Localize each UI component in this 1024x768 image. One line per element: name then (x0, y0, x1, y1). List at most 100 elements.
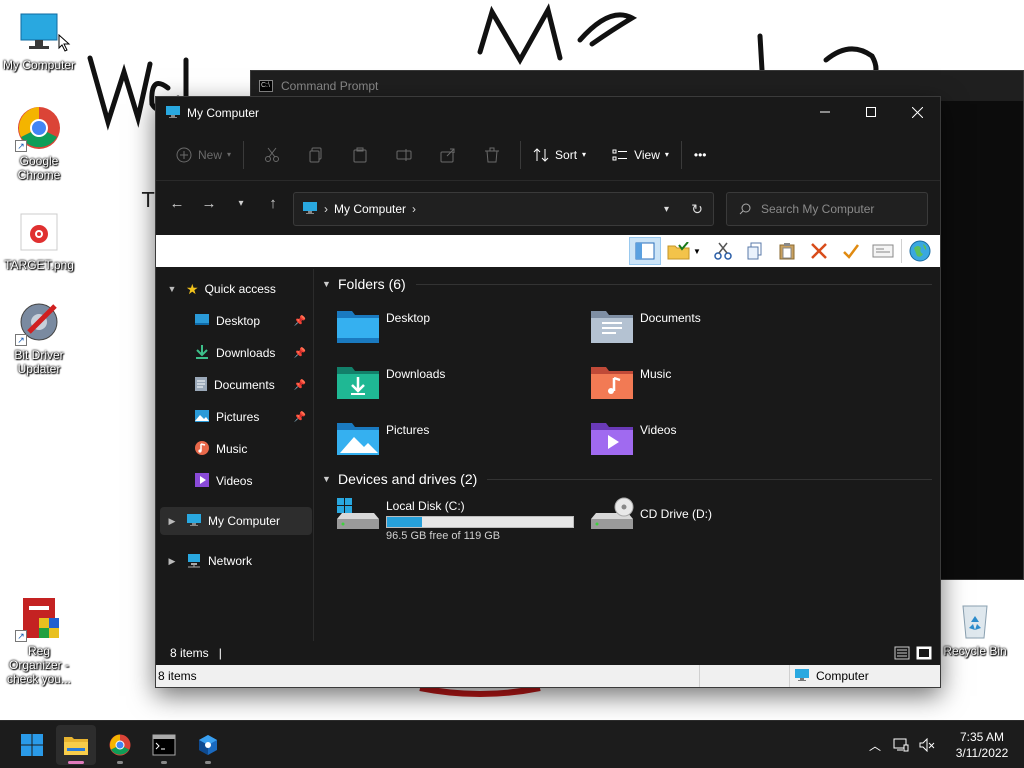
copy-button[interactable] (294, 139, 338, 171)
folder-tile-music[interactable]: Music (590, 363, 840, 407)
share-icon (440, 148, 455, 162)
forward-button[interactable]: → (193, 187, 225, 219)
up-button[interactable]: ↑ (257, 187, 289, 219)
scissors-icon (714, 242, 732, 260)
tiles-view-button[interactable] (914, 644, 934, 662)
nav-item-network[interactable]: ▶ Network (160, 547, 312, 575)
nav-item-music[interactable]: Music (160, 435, 312, 463)
desktop-icon-reg-organizer[interactable]: ↗ Reg Organizer - check you... (0, 594, 78, 686)
chevron-right-icon[interactable]: ▶ (164, 556, 180, 567)
active-indicator (68, 761, 84, 764)
folder-tile-documents[interactable]: Documents (590, 307, 840, 351)
desktop-icon-chrome[interactable]: ↗ Google Chrome (0, 104, 78, 182)
minimize-button[interactable] (802, 97, 848, 127)
gear-icon: ↗ (15, 298, 63, 346)
breadcrumb-location[interactable]: My Computer (334, 202, 406, 216)
delete-button[interactable] (470, 139, 514, 171)
divider (680, 140, 682, 169)
search-input[interactable] (761, 202, 921, 216)
monitor-icon (15, 8, 63, 56)
sort-icon (533, 147, 549, 162)
nav-item-my-computer[interactable]: ▶ My Computer (160, 507, 312, 535)
folder-name: Music (640, 367, 672, 381)
start-button[interactable] (12, 725, 52, 765)
drives-group-header[interactable]: ▼ Devices and drives (2) (322, 468, 932, 490)
clock[interactable]: 7:35 AM 3/11/2022 (940, 729, 1024, 761)
view-button[interactable]: View ▾ (606, 139, 675, 171)
copy-legacy-button[interactable] (739, 237, 771, 265)
nav-item-downloads[interactable]: Downloads 📌 (160, 339, 312, 367)
taskbar-app-cube[interactable] (188, 725, 228, 765)
maximize-button[interactable] (848, 97, 894, 127)
folder-tile-pictures[interactable]: Pictures (336, 419, 586, 463)
paste-legacy-button[interactable] (771, 237, 803, 265)
taskbar: ︿ 7:35 AM 3/11/2022 (0, 720, 1024, 768)
desktop-icon-target-png[interactable]: TARGET.png (0, 208, 78, 272)
recent-locations-button[interactable]: ▾ (225, 187, 257, 219)
desktop-icon-label: Bit Driver Updater (14, 348, 64, 376)
network-status-button[interactable] (888, 721, 914, 768)
explorer-window[interactable]: My Computer New ▾ Sort ▾ View ▾ ••• ← → … (155, 96, 941, 688)
status-section (700, 665, 790, 687)
show-hidden-icons-button[interactable]: ︿ (862, 721, 888, 768)
chevron-right-icon[interactable]: › (412, 202, 416, 216)
navigation-pane: ▼ ★ Quick access Desktop 📌 Downloads 📌 D… (156, 269, 314, 641)
copy-icon (309, 147, 322, 162)
group-title: Folders (6) (338, 276, 406, 292)
rename-button[interactable] (382, 139, 426, 171)
folder-tile-downloads[interactable]: Downloads (336, 363, 586, 407)
more-options-button[interactable]: ••• (688, 139, 713, 171)
confirm-legacy-button[interactable] (835, 237, 867, 265)
properties-legacy-button[interactable] (867, 237, 899, 265)
cut-button[interactable] (250, 139, 294, 171)
refresh-icon[interactable]: ↻ (691, 201, 703, 218)
desktop-icon-label: Google Chrome (17, 154, 61, 182)
sort-button[interactable]: Sort ▾ (527, 139, 592, 171)
taskbar-file-explorer[interactable] (56, 725, 96, 765)
details-view-button[interactable] (892, 644, 912, 662)
folders-group-header[interactable]: ▼ Folders (6) (322, 273, 932, 295)
nav-item-desktop[interactable]: Desktop 📌 (160, 307, 312, 335)
nav-item-documents[interactable]: Documents 📌 (160, 371, 312, 399)
folder-tile-videos[interactable]: Videos (590, 419, 840, 463)
back-button[interactable]: ← (161, 187, 193, 219)
chevron-right-icon[interactable]: ▶ (164, 516, 180, 527)
explorer-titlebar[interactable]: My Computer (156, 97, 940, 129)
new-button[interactable]: New ▾ (170, 139, 237, 171)
taskbar-command-prompt[interactable] (144, 725, 184, 765)
nav-item-label: Documents (214, 378, 275, 392)
folder-tile-desktop[interactable]: Desktop (336, 307, 586, 351)
hard-drive-icon (336, 497, 380, 537)
preview-pane-button[interactable] (629, 237, 661, 265)
address-bar[interactable]: › My Computer › ▾ ↻ (293, 192, 714, 226)
pin-icon: 📌 (293, 315, 306, 327)
drive-tile-d[interactable]: CD Drive (D:) (590, 497, 840, 541)
recycle-bin-icon (951, 594, 999, 642)
desktop-icon-recycle-bin[interactable]: Recycle Bin (936, 594, 1014, 658)
nav-quick-access[interactable]: ▼ ★ Quick access (160, 275, 312, 303)
drive-name: Local Disk (C:) (386, 499, 465, 513)
download-icon (194, 344, 210, 363)
close-button[interactable] (894, 97, 940, 127)
legacy-status-bar: 8 items Computer (156, 665, 940, 687)
volume-button[interactable] (914, 721, 940, 768)
desktop-icon-bit-driver-updater[interactable]: ↗ Bit Driver Updater (0, 298, 78, 376)
nav-item-label: Music (216, 442, 248, 456)
share-button[interactable] (426, 139, 470, 171)
select-folder-button[interactable]: ▼ (661, 237, 707, 265)
address-dropdown-icon[interactable]: ▾ (664, 204, 669, 215)
cut-legacy-button[interactable] (707, 237, 739, 265)
nav-item-videos[interactable]: Videos (160, 467, 312, 495)
shortcut-arrow-icon: ↗ (15, 630, 27, 642)
drive-tile-c[interactable]: Local Disk (C:) 96.5 GB free of 119 GB (336, 497, 586, 542)
taskbar-chrome[interactable] (100, 725, 140, 765)
details-view-icon (894, 646, 910, 660)
search-icon (739, 203, 751, 215)
delete-legacy-button[interactable] (803, 237, 835, 265)
scissors-icon (265, 147, 280, 162)
nav-item-pictures[interactable]: Pictures 📌 (160, 403, 312, 431)
search-box[interactable] (726, 192, 928, 226)
chevron-down-icon[interactable]: ▼ (164, 284, 180, 294)
paste-button[interactable] (338, 139, 382, 171)
globe-legacy-button[interactable] (904, 237, 936, 265)
